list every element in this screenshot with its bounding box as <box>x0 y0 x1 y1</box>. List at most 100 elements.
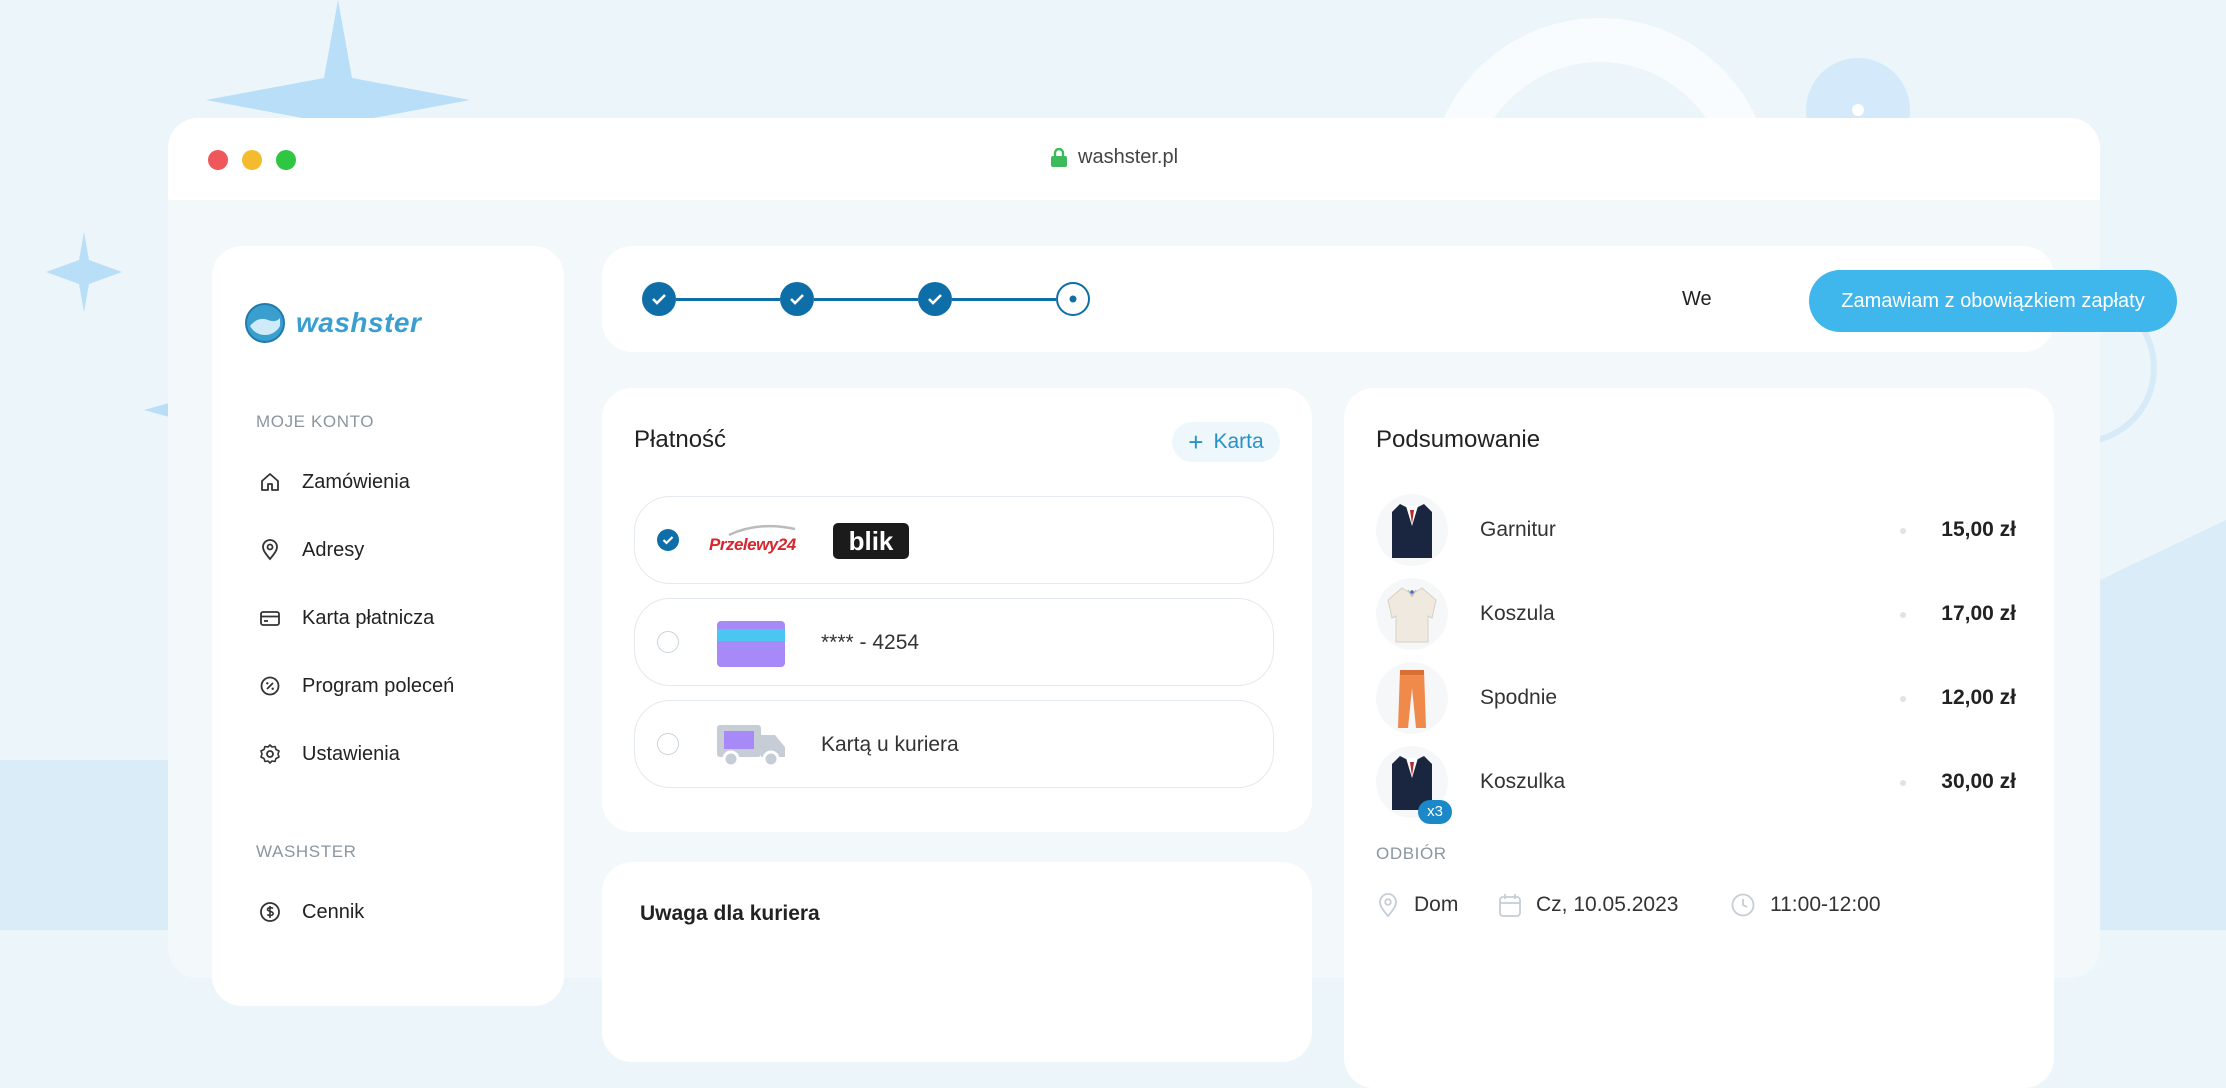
summary-item: Spodnie 12,00 zł <box>1376 662 2016 734</box>
item-name: Spodnie <box>1480 686 1558 709</box>
thumb <box>1376 662 1448 734</box>
pickup-place[interactable]: Dom <box>1376 892 1458 918</box>
dollar-coin-icon <box>260 902 280 922</box>
przelewy24-logo: Przelewy24 <box>709 523 799 559</box>
radio-checked[interactable] <box>657 529 679 551</box>
blik-logo: blik <box>833 523 909 559</box>
card-thumbnail-icon <box>717 621 785 667</box>
section-title-washster: WASHSTER <box>256 842 357 861</box>
browser-window: washster.pl washster MOJE KONTO Zamówien… <box>168 118 2177 1088</box>
item-price: 17,00 zł <box>1941 602 2016 625</box>
step-1-completed[interactable] <box>642 282 676 316</box>
window-close-button[interactable] <box>208 150 228 170</box>
order-summary-card: Podsumowanie Garnitur 15,00 zł Koszula 1… <box>1344 388 2054 1088</box>
percent-badge-icon <box>260 676 280 696</box>
home-icon <box>261 473 279 491</box>
shirt-icon <box>1387 587 1437 643</box>
window-minimize-button[interactable] <box>242 150 262 170</box>
check-icon <box>662 536 674 545</box>
item-price: 30,00 zł <box>1941 770 2016 793</box>
deco-shape-right <box>2100 520 2226 930</box>
browser-titlebar: washster.pl <box>168 118 2100 200</box>
pickup-place-text: Dom <box>1414 893 1459 916</box>
add-card-label: Karta <box>1213 430 1264 453</box>
sidebar-item-label: Adresy <box>302 538 365 561</box>
step-2-completed[interactable] <box>780 282 814 316</box>
section-title-account: MOJE KONTO <box>256 412 375 431</box>
thumb <box>1376 494 1448 566</box>
item-name: Koszula <box>1480 602 1555 625</box>
summary-item: Garnitur 15,00 zł <box>1376 494 2016 566</box>
przelewy24-text: Przelewy24 <box>709 535 796 554</box>
courier-note-card: Uwaga dla kuriera <box>602 862 1312 1062</box>
item-price: 15,00 zł <box>1941 518 2016 541</box>
summary-item: x3 Koszulka 30,00 zł <box>1376 746 2016 824</box>
pickup-section-title: ODBIÓR <box>1376 844 1447 863</box>
location-pin-icon <box>262 539 278 561</box>
logo[interactable]: washster <box>244 302 421 344</box>
radio-unchecked[interactable] <box>657 733 679 755</box>
deco-circle-dot <box>1852 104 1864 116</box>
courier-card-label: Kartą u kuriera <box>821 733 959 756</box>
item-separator <box>1900 696 1906 702</box>
step-connector <box>952 298 1056 301</box>
checkout-progress: We Zamawiam z obowiązkiem zapłaty <box>602 246 2177 352</box>
quantity-badge: x3 <box>1418 800 1452 824</box>
pickup-time-text: 11:00-12:00 <box>1770 893 1881 916</box>
thumb <box>1376 578 1448 650</box>
check-icon <box>652 294 666 305</box>
washster-logo-icon <box>245 303 285 343</box>
pickup-date[interactable]: Cz, 10.05.2023 <box>1498 892 1678 918</box>
payment-option-courier-card[interactable]: Kartą u kuriera <box>634 700 1274 788</box>
payment-title: Płatność <box>634 426 727 453</box>
sidebar-item-payment-card[interactable]: Karta płatnicza <box>258 606 434 630</box>
step-connector <box>814 298 918 301</box>
item-name: Garnitur <box>1480 518 1556 541</box>
clock-icon <box>1731 893 1755 917</box>
item-separator <box>1900 780 1906 786</box>
plus-icon: + <box>1188 427 1204 457</box>
sparkle-small <box>46 232 122 312</box>
step-4-current[interactable] <box>1056 282 1090 316</box>
step-connector <box>676 298 780 301</box>
sidebar-item-referral[interactable]: Program poleceń <box>258 674 454 698</box>
sidebar-item-settings[interactable]: Ustawienia <box>258 742 400 766</box>
sidebar-item-orders[interactable]: Zamówienia <box>258 470 410 494</box>
trousers-icon <box>1398 670 1426 728</box>
gear-icon <box>260 744 280 764</box>
pickup-time[interactable]: 11:00-12:00 <box>1730 892 1881 918</box>
step-3-completed[interactable] <box>918 282 952 316</box>
pickup-date-text: Cz, 10.05.2023 <box>1536 893 1679 916</box>
add-card-button[interactable]: + Karta <box>1172 422 1280 462</box>
sidebar-item-pricing[interactable]: Cennik <box>258 900 364 924</box>
blik-text: blik <box>848 525 894 556</box>
item-separator <box>1900 612 1906 618</box>
window-maximize-button[interactable] <box>276 150 296 170</box>
radio-unchecked[interactable] <box>657 631 679 653</box>
calendar-icon <box>1499 894 1521 917</box>
sidebar-item-label: Karta płatnicza <box>302 606 435 629</box>
summary-title: Podsumowanie <box>1376 426 1541 453</box>
check-icon <box>928 294 942 305</box>
item-separator <box>1900 528 1906 534</box>
sidebar-item-label: Program poleceń <box>302 674 455 697</box>
payment-option-przelewy24-blik[interactable]: Przelewy24 blik <box>634 496 1274 584</box>
url-text: washster.pl <box>1078 146 1179 168</box>
courier-note-title: Uwaga dla kuriera <box>640 902 820 925</box>
place-order-button[interactable]: Zamawiam z obowiązkiem zapłaty <box>1809 270 2177 332</box>
sidebar-item-label: Cennik <box>302 900 365 923</box>
suit-icon <box>1392 504 1432 558</box>
check-icon <box>790 294 804 305</box>
payment-card: Płatność + Karta Przelewy24 blik **** - … <box>602 388 1312 832</box>
address-bar[interactable]: washster.pl <box>1050 146 1178 169</box>
item-name: Koszulka <box>1480 770 1566 793</box>
delivery-truck-icon <box>717 725 785 768</box>
lock-icon <box>1051 147 1067 167</box>
payment-option-saved-card[interactable]: **** - 4254 <box>634 598 1274 686</box>
item-price: 12,00 zł <box>1941 686 2016 709</box>
truncated-label: We <box>1682 288 1712 310</box>
sidebar-item-label: Ustawienia <box>302 742 400 765</box>
logo-text: washster <box>296 307 422 338</box>
location-pin-icon <box>1379 893 1397 918</box>
sidebar-item-addresses[interactable]: Adresy <box>258 538 364 562</box>
